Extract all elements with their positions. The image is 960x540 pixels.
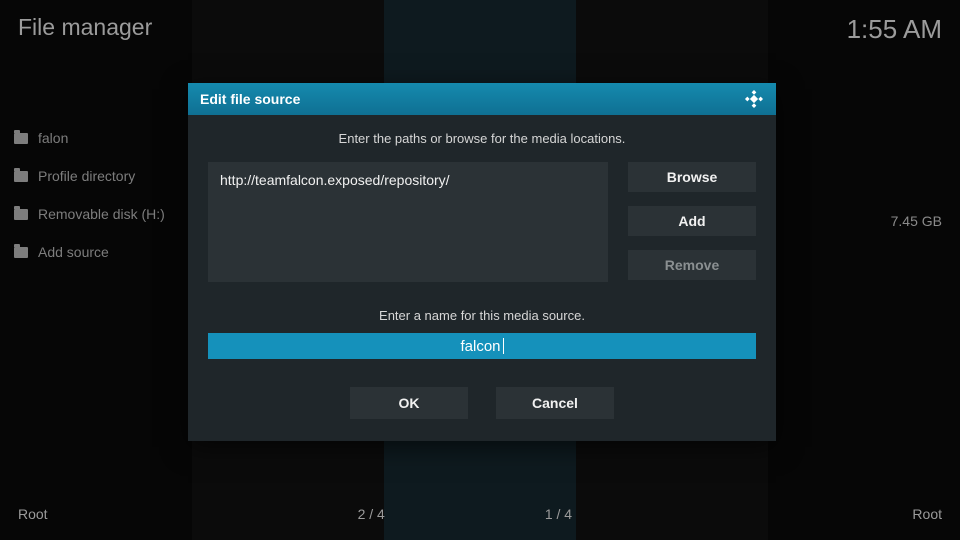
ok-button[interactable]: OK [350, 387, 468, 419]
add-button[interactable]: Add [628, 206, 756, 236]
left-source-list: falon Profile directory Removable disk (… [14, 130, 165, 282]
clock: 1:55 AM [847, 14, 942, 45]
list-item-label: falon [38, 130, 68, 146]
header: File manager 1:55 AM [18, 14, 942, 45]
cancel-button[interactable]: Cancel [496, 387, 614, 419]
path-instruction: Enter the paths or browse for the media … [208, 131, 756, 146]
footer-root-left: Root [18, 506, 48, 522]
edit-file-source-dialog: Edit file source Enter the paths or brow… [188, 83, 776, 441]
footer: Root 2 / 4 1 / 4 Root [18, 506, 942, 522]
dialog-titlebar: Edit file source [188, 83, 776, 115]
list-item[interactable]: Profile directory [14, 168, 165, 184]
browse-button[interactable]: Browse [628, 162, 756, 192]
source-name-value: falcon [460, 338, 500, 355]
footer-count-right: 1 / 4 [545, 506, 572, 522]
list-item-label: Add source [38, 244, 109, 260]
list-item[interactable]: Removable disk (H:) [14, 206, 165, 222]
name-instruction: Enter a name for this media source. [208, 308, 756, 323]
folder-icon [14, 133, 28, 144]
path-value: http://teamfalcon.exposed/repository/ [220, 172, 450, 188]
path-input[interactable]: http://teamfalcon.exposed/repository/ [208, 162, 608, 282]
folder-icon [14, 171, 28, 182]
side-buttons: Browse Add Remove [628, 162, 756, 282]
text-cursor [503, 338, 504, 354]
paths-row: http://teamfalcon.exposed/repository/ Br… [208, 162, 756, 282]
source-name-input[interactable]: falcon [208, 333, 756, 359]
list-item[interactable]: Add source [14, 244, 165, 260]
kodi-logo-icon [744, 89, 764, 109]
dialog-bottom-buttons: OK Cancel [208, 387, 756, 419]
page-title: File manager [18, 14, 152, 45]
list-item-label: Removable disk (H:) [38, 206, 165, 222]
footer-root-right: Root [912, 506, 942, 522]
folder-icon [14, 247, 28, 258]
list-item[interactable]: falon [14, 130, 165, 146]
dialog-body: Enter the paths or browse for the media … [188, 115, 776, 441]
footer-count-left: 2 / 4 [358, 506, 385, 522]
disk-size-label: 7.45 GB [891, 213, 942, 229]
dialog-title: Edit file source [200, 91, 300, 107]
remove-button: Remove [628, 250, 756, 280]
list-item-label: Profile directory [38, 168, 135, 184]
folder-icon [14, 209, 28, 220]
